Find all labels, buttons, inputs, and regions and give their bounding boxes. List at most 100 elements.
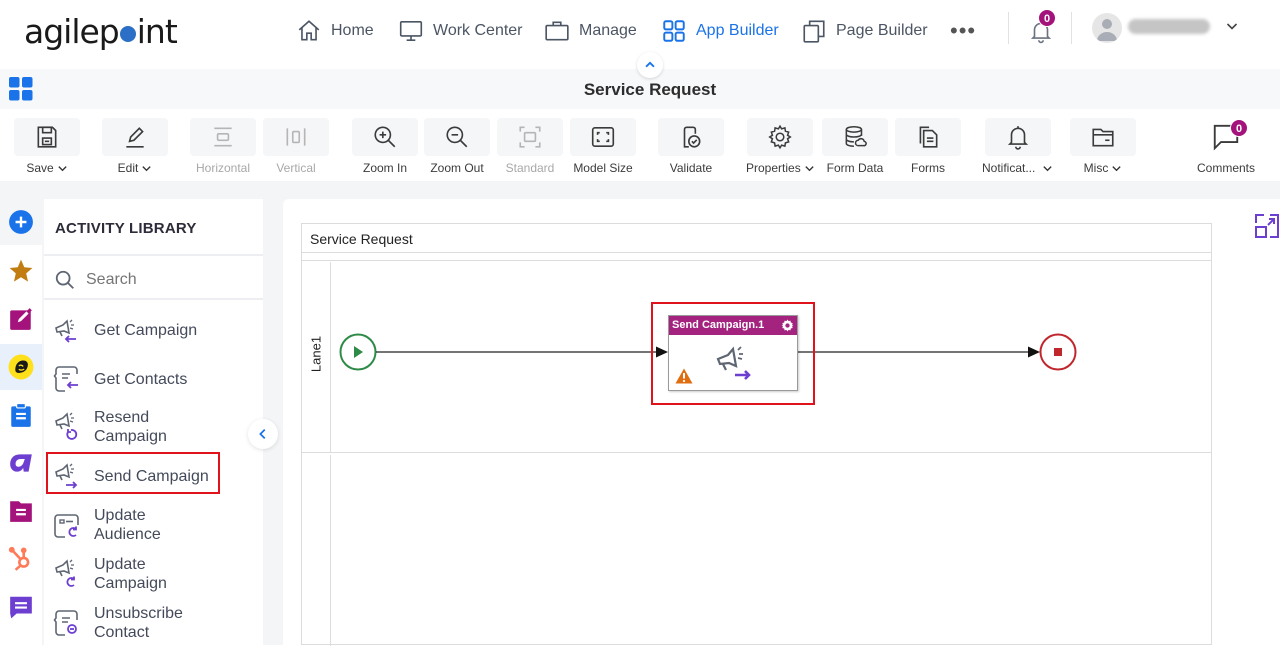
user-avatar[interactable] [1092, 13, 1122, 43]
properties-button[interactable]: Properties [746, 118, 815, 175]
zoom-out-button[interactable]: Zoom Out [424, 118, 490, 175]
page-title: Service Request [583, 80, 717, 99]
fit-to-screen-icon [591, 126, 615, 148]
user-name-redacted[interactable] [1128, 19, 1210, 34]
get-contacts-icon [53, 366, 78, 392]
nav-app-builder-label: App Builder [696, 22, 779, 39]
swimlane-2[interactable] [302, 455, 1211, 646]
horizontal-layout-icon [214, 127, 232, 147]
process-pool[interactable]: Service Request Lane1 [301, 223, 1212, 646]
notifications-button[interactable]: 0 [1028, 9, 1056, 44]
pencil-icon [126, 127, 144, 148]
more-menu-button[interactable]: ••• [950, 18, 976, 44]
agilepoint-logo[interactable]: agilep int [24, 12, 178, 51]
model-size-button[interactable]: Model Size [570, 118, 636, 175]
chat-icon [10, 596, 32, 619]
zoom-out-label: Zoom Out [430, 161, 484, 175]
logo-text-start: agilep [24, 12, 120, 51]
edit-button[interactable]: Edit [102, 118, 168, 175]
lane-header: Lane1 [302, 262, 331, 452]
form-data-button[interactable]: Form Data [822, 118, 888, 175]
user-icon [1097, 19, 1117, 41]
grid-icon [663, 20, 685, 42]
zoom-in-label: Zoom In [362, 161, 407, 175]
library-item-label: Unsubscribe Contact [94, 605, 183, 641]
gear-icon[interactable] [781, 319, 794, 332]
properties-label: Properties [746, 161, 801, 175]
task-header: Send Campaign.1 [669, 316, 797, 335]
warning-icon[interactable] [675, 368, 693, 384]
pool-divider [302, 260, 1211, 261]
misc-button[interactable]: Misc [1070, 118, 1136, 175]
rail-adobe-sign[interactable] [0, 440, 42, 486]
edit-form-icon [10, 308, 32, 330]
end-event[interactable] [1039, 333, 1077, 371]
rail-add-activity[interactable] [0, 199, 42, 245]
nav-divider [1008, 12, 1009, 44]
monitor-icon [399, 20, 423, 42]
lane-header [302, 455, 331, 646]
notifications-badge: 0 [1038, 9, 1056, 27]
rail-clipboard[interactable] [0, 392, 42, 438]
library-item-get-contacts[interactable]: Get Contacts [52, 364, 252, 394]
update-audience-icon [54, 514, 79, 538]
collapse-header-button[interactable] [637, 52, 663, 78]
divider [44, 254, 263, 256]
title-bar: Service Request [0, 69, 1280, 109]
nav-app-builder[interactable]: App Builder [661, 16, 779, 46]
update-campaign-icon [55, 559, 75, 587]
adobe-sign-icon [10, 454, 32, 472]
bell-icon [1007, 126, 1028, 150]
library-item-unsubscribe-contact[interactable]: Unsubscribe Contact [52, 604, 252, 642]
activity-search-input[interactable] [86, 271, 256, 289]
nav-page-builder[interactable]: Page Builder [801, 16, 928, 46]
rail-forms[interactable] [0, 296, 42, 342]
chevron-down-icon [1112, 165, 1121, 171]
vertical-label: Vertical [276, 161, 316, 175]
top-navigation: agilep int Home Work Center Manage App Bu… [0, 0, 1280, 62]
start-event[interactable] [339, 333, 377, 371]
misc-label: Misc [1083, 161, 1109, 175]
user-menu-chevron-icon[interactable] [1224, 18, 1240, 34]
pool-title: Service Request [310, 231, 413, 247]
nav-manage-label: Manage [579, 22, 637, 39]
standard-size-icon [519, 126, 541, 148]
horizontal-button[interactable]: Horizontal [190, 118, 256, 175]
library-item-update-audience[interactable]: Update Audience [52, 506, 252, 544]
expand-icon[interactable] [1254, 213, 1280, 239]
validate-icon [683, 126, 701, 148]
rail-hubspot[interactable] [0, 536, 42, 582]
collapse-library-button[interactable] [248, 419, 278, 449]
library-item-resend-campaign[interactable]: Resend Campaign [52, 408, 252, 446]
forms-icon [919, 126, 938, 148]
get-campaign-icon [55, 319, 76, 343]
nav-manage[interactable]: Manage [544, 16, 637, 46]
edit-label: Edit [117, 161, 139, 175]
chevron-down-icon [805, 165, 814, 171]
comments-badge: 0 [1230, 119, 1248, 137]
chevron-down-icon [1043, 165, 1053, 171]
send-campaign-task[interactable]: Send Campaign.1 [668, 315, 798, 391]
rail-favorites[interactable] [0, 248, 42, 294]
lane-label: Lane1 [308, 335, 324, 373]
chevron-down-icon [142, 165, 151, 171]
zoom-in-button[interactable]: Zoom In [352, 118, 418, 175]
validate-button[interactable]: Validate [658, 118, 724, 175]
notifications-toolbar-button[interactable]: Notificat... [982, 118, 1053, 175]
stop-icon [1054, 348, 1062, 356]
clipboard-icon [11, 403, 31, 427]
chevron-left-icon [259, 429, 266, 439]
comments-button[interactable]: 0 Comments [1193, 118, 1259, 175]
vertical-button[interactable]: Vertical [263, 118, 329, 175]
forms-button[interactable]: Forms [895, 118, 961, 175]
rail-documents[interactable] [0, 488, 42, 534]
save-button[interactable]: Save [14, 118, 80, 175]
nav-home[interactable]: Home [296, 16, 374, 46]
library-item-update-campaign[interactable]: Update Campaign [52, 555, 252, 593]
rail-mailchimp[interactable] [0, 344, 42, 390]
rail-chat[interactable] [0, 584, 42, 630]
send-campaign-icon [716, 346, 751, 380]
library-item-get-campaign[interactable]: Get Campaign [52, 315, 252, 345]
nav-work-center[interactable]: Work Center [398, 16, 523, 46]
standard-button[interactable]: Standard [497, 118, 563, 175]
